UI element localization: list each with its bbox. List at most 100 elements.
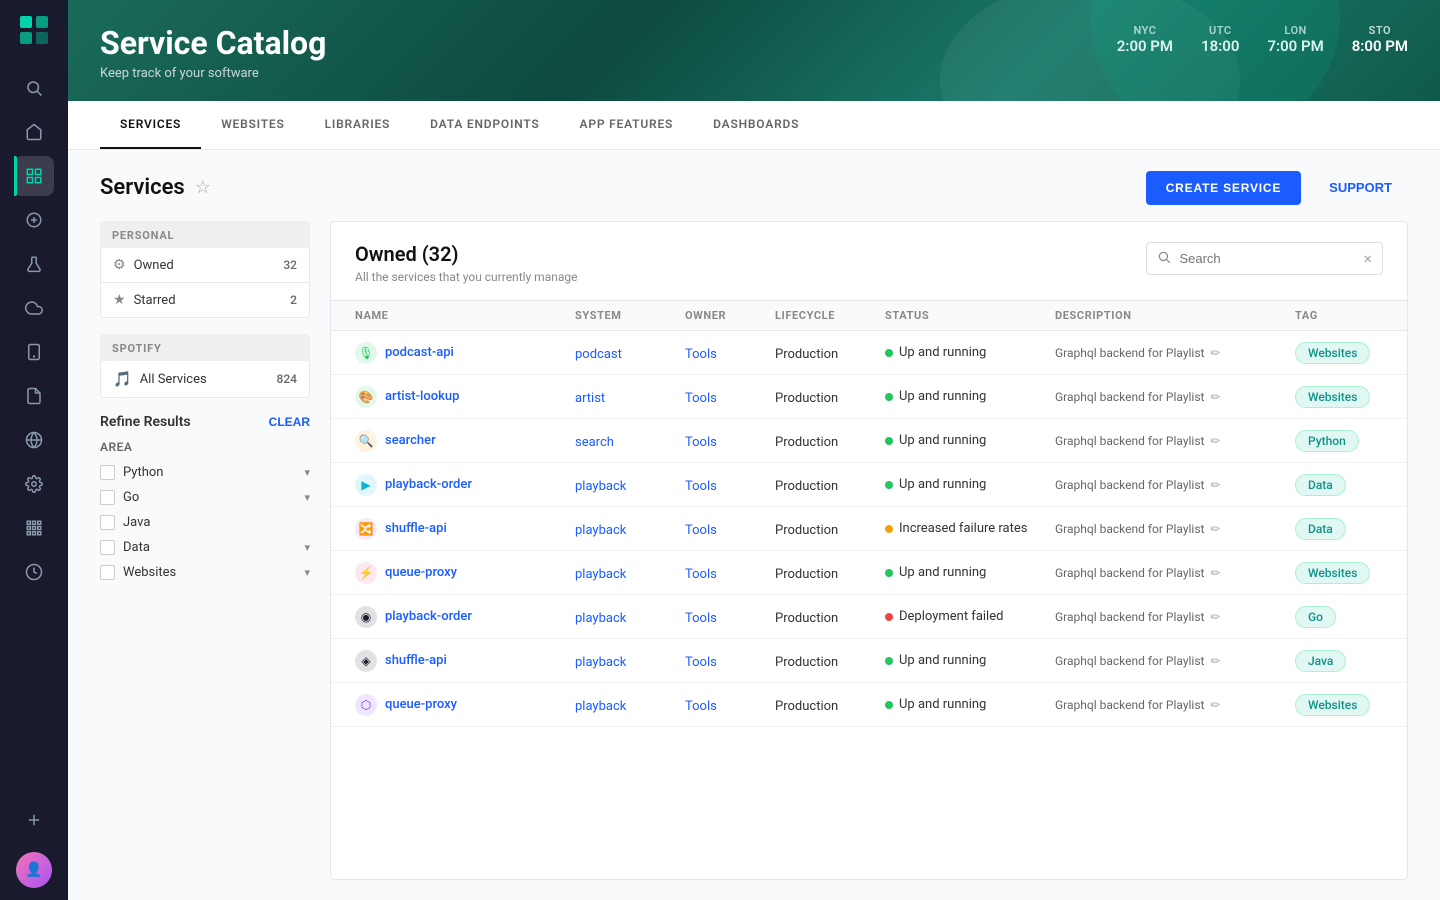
owner-text[interactable]: Tools [685, 347, 717, 362]
system-link[interactable]: playback [575, 611, 626, 626]
service-name-link[interactable]: playback-order [385, 609, 472, 624]
tab-libraries[interactable]: LIBRARIES [305, 101, 411, 149]
description-text: Graphql backend for Playlist [1055, 698, 1204, 712]
service-name-link[interactable]: shuffle-api [385, 653, 447, 668]
search-input[interactable] [1179, 251, 1355, 266]
websites-checkbox[interactable] [100, 565, 115, 580]
tag-badge[interactable]: Data [1295, 474, 1346, 496]
tag-badge[interactable]: Websites [1295, 386, 1370, 408]
owner-text[interactable]: Tools [685, 391, 717, 406]
service-name-link[interactable]: shuffle-api [385, 521, 447, 536]
system-link[interactable]: playback [575, 655, 626, 670]
tag-badge[interactable]: Go [1295, 606, 1336, 628]
tag-badge[interactable]: Python [1295, 430, 1359, 452]
status-text: Up and running [899, 433, 986, 448]
owner-text[interactable]: Tools [685, 611, 717, 626]
java-checkbox[interactable] [100, 515, 115, 530]
filter-go[interactable]: Go ▾ [100, 485, 310, 510]
data-expand-icon[interactable]: ▾ [304, 541, 310, 554]
websites-expand-icon[interactable]: ▾ [304, 566, 310, 579]
add-nav-icon[interactable] [14, 200, 54, 240]
support-button[interactable]: SUPPORT [1313, 170, 1408, 205]
filter-data[interactable]: Data ▾ [100, 535, 310, 560]
tab-websites[interactable]: WEBSITES [201, 101, 304, 149]
go-checkbox[interactable] [100, 490, 115, 505]
tab-dashboards[interactable]: DASHBOARDS [693, 101, 819, 149]
system-link[interactable]: playback [575, 567, 626, 582]
catalog-nav-icon[interactable] [14, 156, 54, 196]
system-link[interactable]: playback [575, 699, 626, 714]
service-name-link[interactable]: playback-order [385, 477, 472, 492]
all-services-item[interactable]: 🎵 All Services 824 [100, 361, 310, 398]
service-name-link[interactable]: queue-proxy [385, 697, 457, 712]
tab-data-endpoints[interactable]: DATA ENDPOINTS [410, 101, 559, 149]
gear-nav-icon[interactable] [14, 464, 54, 504]
owner-text[interactable]: Tools [685, 523, 717, 538]
owner-text[interactable]: Tools [685, 567, 717, 582]
python-checkbox[interactable] [100, 465, 115, 480]
home-nav-icon[interactable] [14, 112, 54, 152]
service-name-link[interactable]: artist-lookup [385, 389, 459, 404]
tab-services[interactable]: SERVICES [100, 101, 201, 149]
service-name-link[interactable]: podcast-api [385, 345, 454, 360]
clock-nyc: NYC 2:00 PM [1117, 24, 1173, 55]
system-link[interactable]: playback [575, 479, 626, 494]
services-star-icon[interactable]: ☆ [195, 177, 211, 198]
add-bottom-icon[interactable] [14, 800, 54, 840]
owner-text[interactable]: Tools [685, 435, 717, 450]
edit-description-icon[interactable]: ✏ [1210, 346, 1220, 360]
filter-python[interactable]: Python ▾ [100, 460, 310, 485]
tag-badge[interactable]: Websites [1295, 694, 1370, 716]
filter-java[interactable]: Java [100, 510, 310, 535]
owned-item[interactable]: ⚙ Owned 32 [100, 248, 310, 283]
system-link[interactable]: artist [575, 391, 605, 406]
owner-text[interactable]: Tools [685, 655, 717, 670]
edit-description-icon[interactable]: ✏ [1210, 434, 1220, 448]
grid-nav-icon[interactable] [14, 508, 54, 548]
system-link[interactable]: search [575, 435, 614, 450]
file-nav-icon[interactable] [14, 376, 54, 416]
create-service-button[interactable]: CREATE SERVICE [1146, 171, 1301, 205]
tag-badge[interactable]: Data [1295, 518, 1346, 540]
owner-cell: Tools [685, 695, 775, 714]
spotify-section-title: SPOTIFY [100, 334, 310, 361]
system-link[interactable]: playback [575, 523, 626, 538]
python-expand-icon[interactable]: ▾ [304, 466, 310, 479]
status-dot [885, 613, 893, 621]
system-cell: podcast [575, 343, 685, 362]
owner-text[interactable]: Tools [685, 699, 717, 714]
service-name-link[interactable]: searcher [385, 433, 436, 448]
owner-text[interactable]: Tools [685, 479, 717, 494]
flask-nav-icon[interactable] [14, 244, 54, 284]
go-expand-icon[interactable]: ▾ [304, 491, 310, 504]
edit-description-icon[interactable]: ✏ [1210, 522, 1220, 536]
edit-description-icon[interactable]: ✏ [1210, 698, 1220, 712]
search-nav-icon[interactable] [14, 68, 54, 108]
data-checkbox[interactable] [100, 540, 115, 555]
services-table-panel: Owned (32) All the services that you cur… [330, 221, 1408, 880]
owner-cell: Tools [685, 519, 775, 538]
tag-badge[interactable]: Java [1295, 650, 1346, 672]
tag-badge[interactable]: Websites [1295, 342, 1370, 364]
service-name-link[interactable]: queue-proxy [385, 565, 457, 580]
clock-nav-icon[interactable] [14, 552, 54, 592]
tag-badge[interactable]: Websites [1295, 562, 1370, 584]
edit-description-icon[interactable]: ✏ [1210, 478, 1220, 492]
starred-item[interactable]: ★ Starred 2 [100, 283, 310, 318]
system-link[interactable]: podcast [575, 347, 622, 362]
edit-description-icon[interactable]: ✏ [1210, 566, 1220, 580]
tab-app-features[interactable]: APP FEATURES [560, 101, 694, 149]
service-name-cell: ⬡ queue-proxy [355, 694, 575, 716]
status-dot [885, 569, 893, 577]
edit-description-icon[interactable]: ✏ [1210, 610, 1220, 624]
clear-filters-button[interactable]: CLEAR [269, 415, 310, 429]
search-clear-icon[interactable]: × [1363, 249, 1372, 268]
edit-description-icon[interactable]: ✏ [1210, 390, 1220, 404]
cloud-nav-icon[interactable] [14, 288, 54, 328]
edit-description-icon[interactable]: ✏ [1210, 654, 1220, 668]
filter-websites[interactable]: Websites ▾ [100, 560, 310, 585]
globe-nav-icon[interactable] [14, 420, 54, 460]
user-avatar[interactable]: 👤 [16, 852, 52, 888]
app-logo[interactable] [16, 12, 52, 48]
mobile-nav-icon[interactable] [14, 332, 54, 372]
